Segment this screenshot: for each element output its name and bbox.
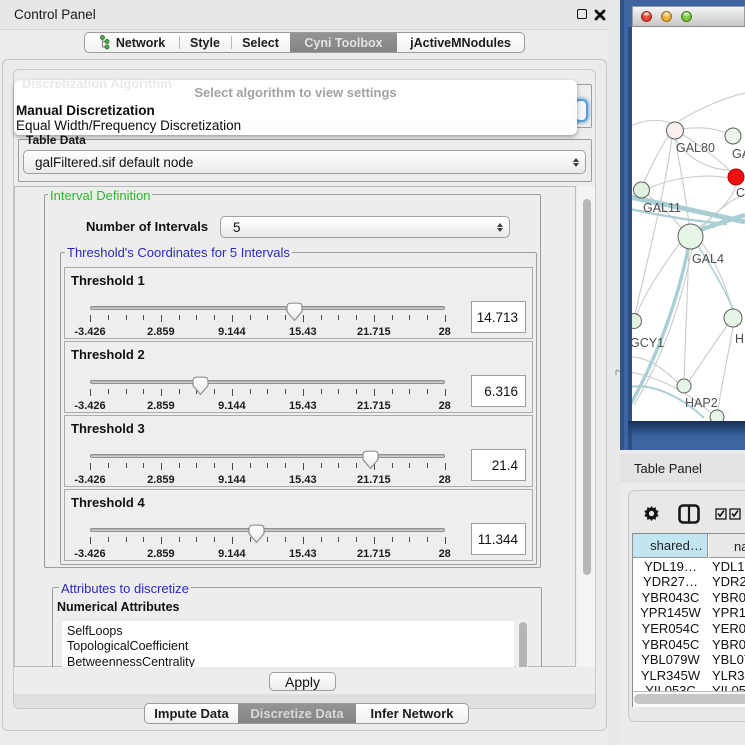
svg-text:GAL3: GAL3 bbox=[732, 147, 745, 161]
svg-text:GAL80: GAL80 bbox=[676, 141, 715, 155]
svg-text:GAL11: GAL11 bbox=[643, 201, 681, 215]
svg-text:HAP2: HAP2 bbox=[685, 396, 718, 410]
svg-text:C: C bbox=[736, 186, 745, 200]
svg-text:GAL4: GAL4 bbox=[692, 252, 724, 266]
svg-text:H: H bbox=[735, 332, 744, 346]
svg-text:GCY1: GCY1 bbox=[632, 336, 664, 350]
